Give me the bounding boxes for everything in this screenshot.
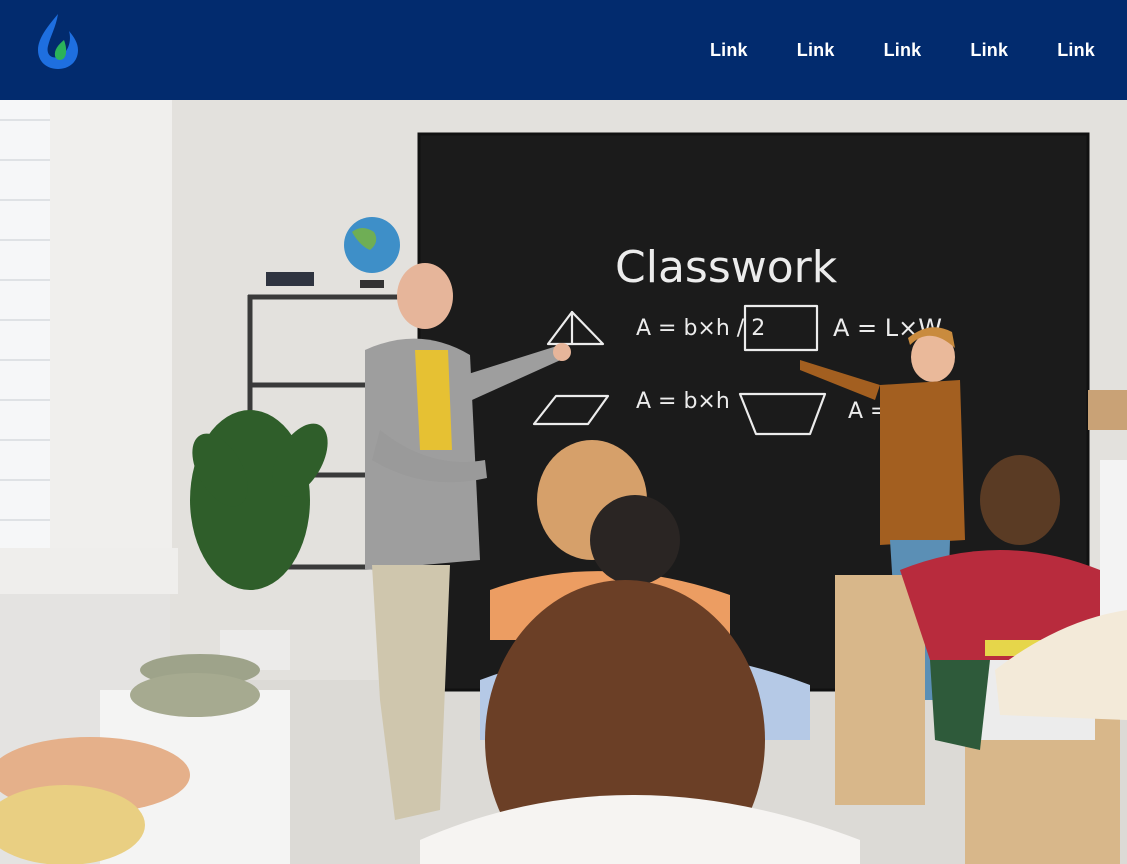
nav-link-4[interactable]: Link xyxy=(970,40,1008,61)
nav-link-3[interactable]: Link xyxy=(884,40,922,61)
brand-logo-icon[interactable] xyxy=(34,12,82,70)
hero-classroom-image: Classwork A = b×h / 2 A = b×h A = L×W A … xyxy=(0,100,1127,864)
main-nav: Link Link Link Link Link xyxy=(661,0,1095,100)
nav-link-1[interactable]: Link xyxy=(710,40,748,61)
chalkboard-title: Classwork xyxy=(615,242,838,293)
nav-link-5[interactable]: Link xyxy=(1057,40,1095,61)
classroom-illustration: Classwork A = b×h / 2 A = b×h A = L×W A … xyxy=(0,100,1127,864)
formula-parallelogram: A = b×h xyxy=(636,389,730,414)
top-navbar: Link Link Link Link Link xyxy=(0,0,1127,100)
nav-link-2[interactable]: Link xyxy=(797,40,835,61)
